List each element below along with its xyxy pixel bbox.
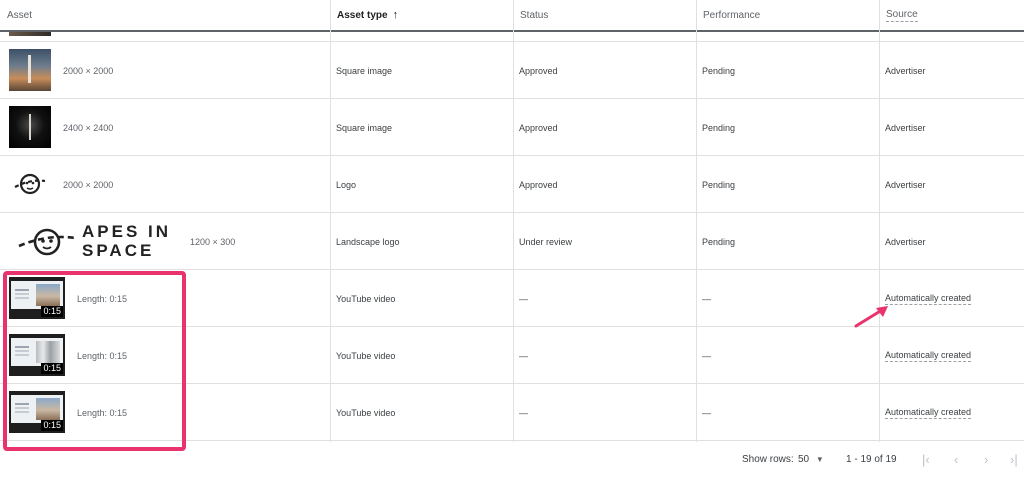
- logo-text-line-1: APES IN: [82, 222, 172, 241]
- asset-dimensions: 1200 × 300: [190, 236, 236, 247]
- asset-type: Square image: [336, 122, 393, 133]
- chevron-down-icon: ▼: [815, 455, 824, 464]
- highlight-box-annotation: [3, 271, 186, 451]
- asset-source: Automatically created: [879, 384, 972, 441]
- rocket-launch-image: [9, 49, 51, 91]
- asset-performance: Pending: [702, 236, 736, 247]
- table-row[interactable]: 2000 × 2000 Square image Approved Pendin…: [0, 42, 1024, 99]
- asset-status: Under review: [519, 236, 573, 247]
- asset-performance: —: [702, 350, 711, 361]
- asset-source: Advertiser: [885, 236, 926, 247]
- pagination-range: 1 - 19 of 19: [846, 454, 897, 465]
- table-row-partial: [0, 32, 1024, 42]
- column-header-source-label[interactable]: Source: [886, 9, 918, 22]
- asset-dimensions: 2400 × 2400: [63, 122, 114, 133]
- sort-ascending-icon[interactable]: ↑: [393, 9, 399, 21]
- asset-source: Advertiser: [885, 122, 926, 133]
- planet-logo-icon: [14, 173, 46, 195]
- column-header-status[interactable]: Status: [513, 0, 696, 30]
- asset-dimensions: 2000 × 2000: [63, 65, 114, 76]
- column-header-performance[interactable]: Performance: [696, 0, 879, 30]
- asset-performance: Pending: [702, 179, 736, 190]
- asset-source: Automatically created: [879, 327, 972, 384]
- table-footer: Show rows: 50 ▼ 1 - 19 of 19 |‹ ‹ › ›|: [0, 444, 1024, 478]
- asset-performance: —: [702, 293, 711, 304]
- rows-per-page-value: 50: [798, 454, 810, 465]
- asset-performance: Pending: [702, 122, 736, 133]
- column-header-asset[interactable]: Asset: [0, 0, 330, 30]
- column-header-performance-label: Performance: [703, 9, 761, 21]
- asset-source: Advertiser: [885, 179, 926, 190]
- pointer-arrow-annotation: [854, 306, 888, 328]
- planet-logo-icon: [18, 228, 76, 256]
- asset-source-label[interactable]: Automatically created: [885, 407, 972, 419]
- column-header-source[interactable]: Source: [879, 0, 1024, 30]
- asset-source: Advertiser: [885, 65, 926, 76]
- table-row[interactable]: APES IN SPACE 1200 × 300 Landscape logo …: [0, 213, 1024, 270]
- asset-type: Landscape logo: [336, 236, 400, 247]
- asset-performance: Pending: [702, 65, 736, 76]
- last-page-icon[interactable]: ›|: [1010, 452, 1018, 467]
- asset-type: YouTube video: [336, 293, 396, 304]
- asset-source-label[interactable]: Automatically created: [885, 350, 972, 362]
- partial-thumbnail: [9, 32, 51, 36]
- column-header-asset-label: Asset: [7, 9, 33, 21]
- asset-status: —: [519, 407, 528, 418]
- previous-page-icon[interactable]: ‹: [954, 452, 958, 467]
- asset-status: Approved: [519, 179, 558, 190]
- asset-type: YouTube video: [336, 350, 396, 361]
- asset-dimensions: 2000 × 2000: [63, 179, 114, 190]
- column-header-asset-type[interactable]: Asset type ↑: [330, 0, 513, 30]
- asset-type: Logo: [336, 179, 357, 190]
- asset-status: Approved: [519, 122, 558, 133]
- asset-status: Approved: [519, 65, 558, 76]
- rocket-night-image: [9, 106, 51, 148]
- asset-source-label[interactable]: Automatically created: [885, 293, 972, 305]
- show-rows-label: Show rows:: [742, 454, 794, 465]
- rows-per-page-select[interactable]: 50 ▼: [798, 454, 824, 465]
- table-header: Asset Asset type ↑ Status Performance Sou…: [0, 0, 1024, 32]
- asset-type: Square image: [336, 65, 393, 76]
- first-page-icon[interactable]: |‹: [922, 452, 930, 467]
- asset-status: —: [519, 350, 528, 361]
- column-header-status-label: Status: [520, 9, 549, 21]
- table-row[interactable]: 2400 × 2400 Square image Approved Pendin…: [0, 99, 1024, 156]
- column-header-asset-type-label: Asset type: [337, 9, 388, 21]
- asset-status: —: [519, 293, 528, 304]
- logo-text-line-2: SPACE: [82, 241, 155, 260]
- asset-source: Automatically created: [879, 270, 972, 327]
- next-page-icon[interactable]: ›: [984, 452, 988, 467]
- asset-type: YouTube video: [336, 407, 396, 418]
- asset-performance: —: [702, 407, 711, 418]
- table-row[interactable]: 2000 × 2000 Logo Approved Pending Advert…: [0, 156, 1024, 213]
- apes-in-space-logo: APES IN SPACE: [16, 221, 176, 263]
